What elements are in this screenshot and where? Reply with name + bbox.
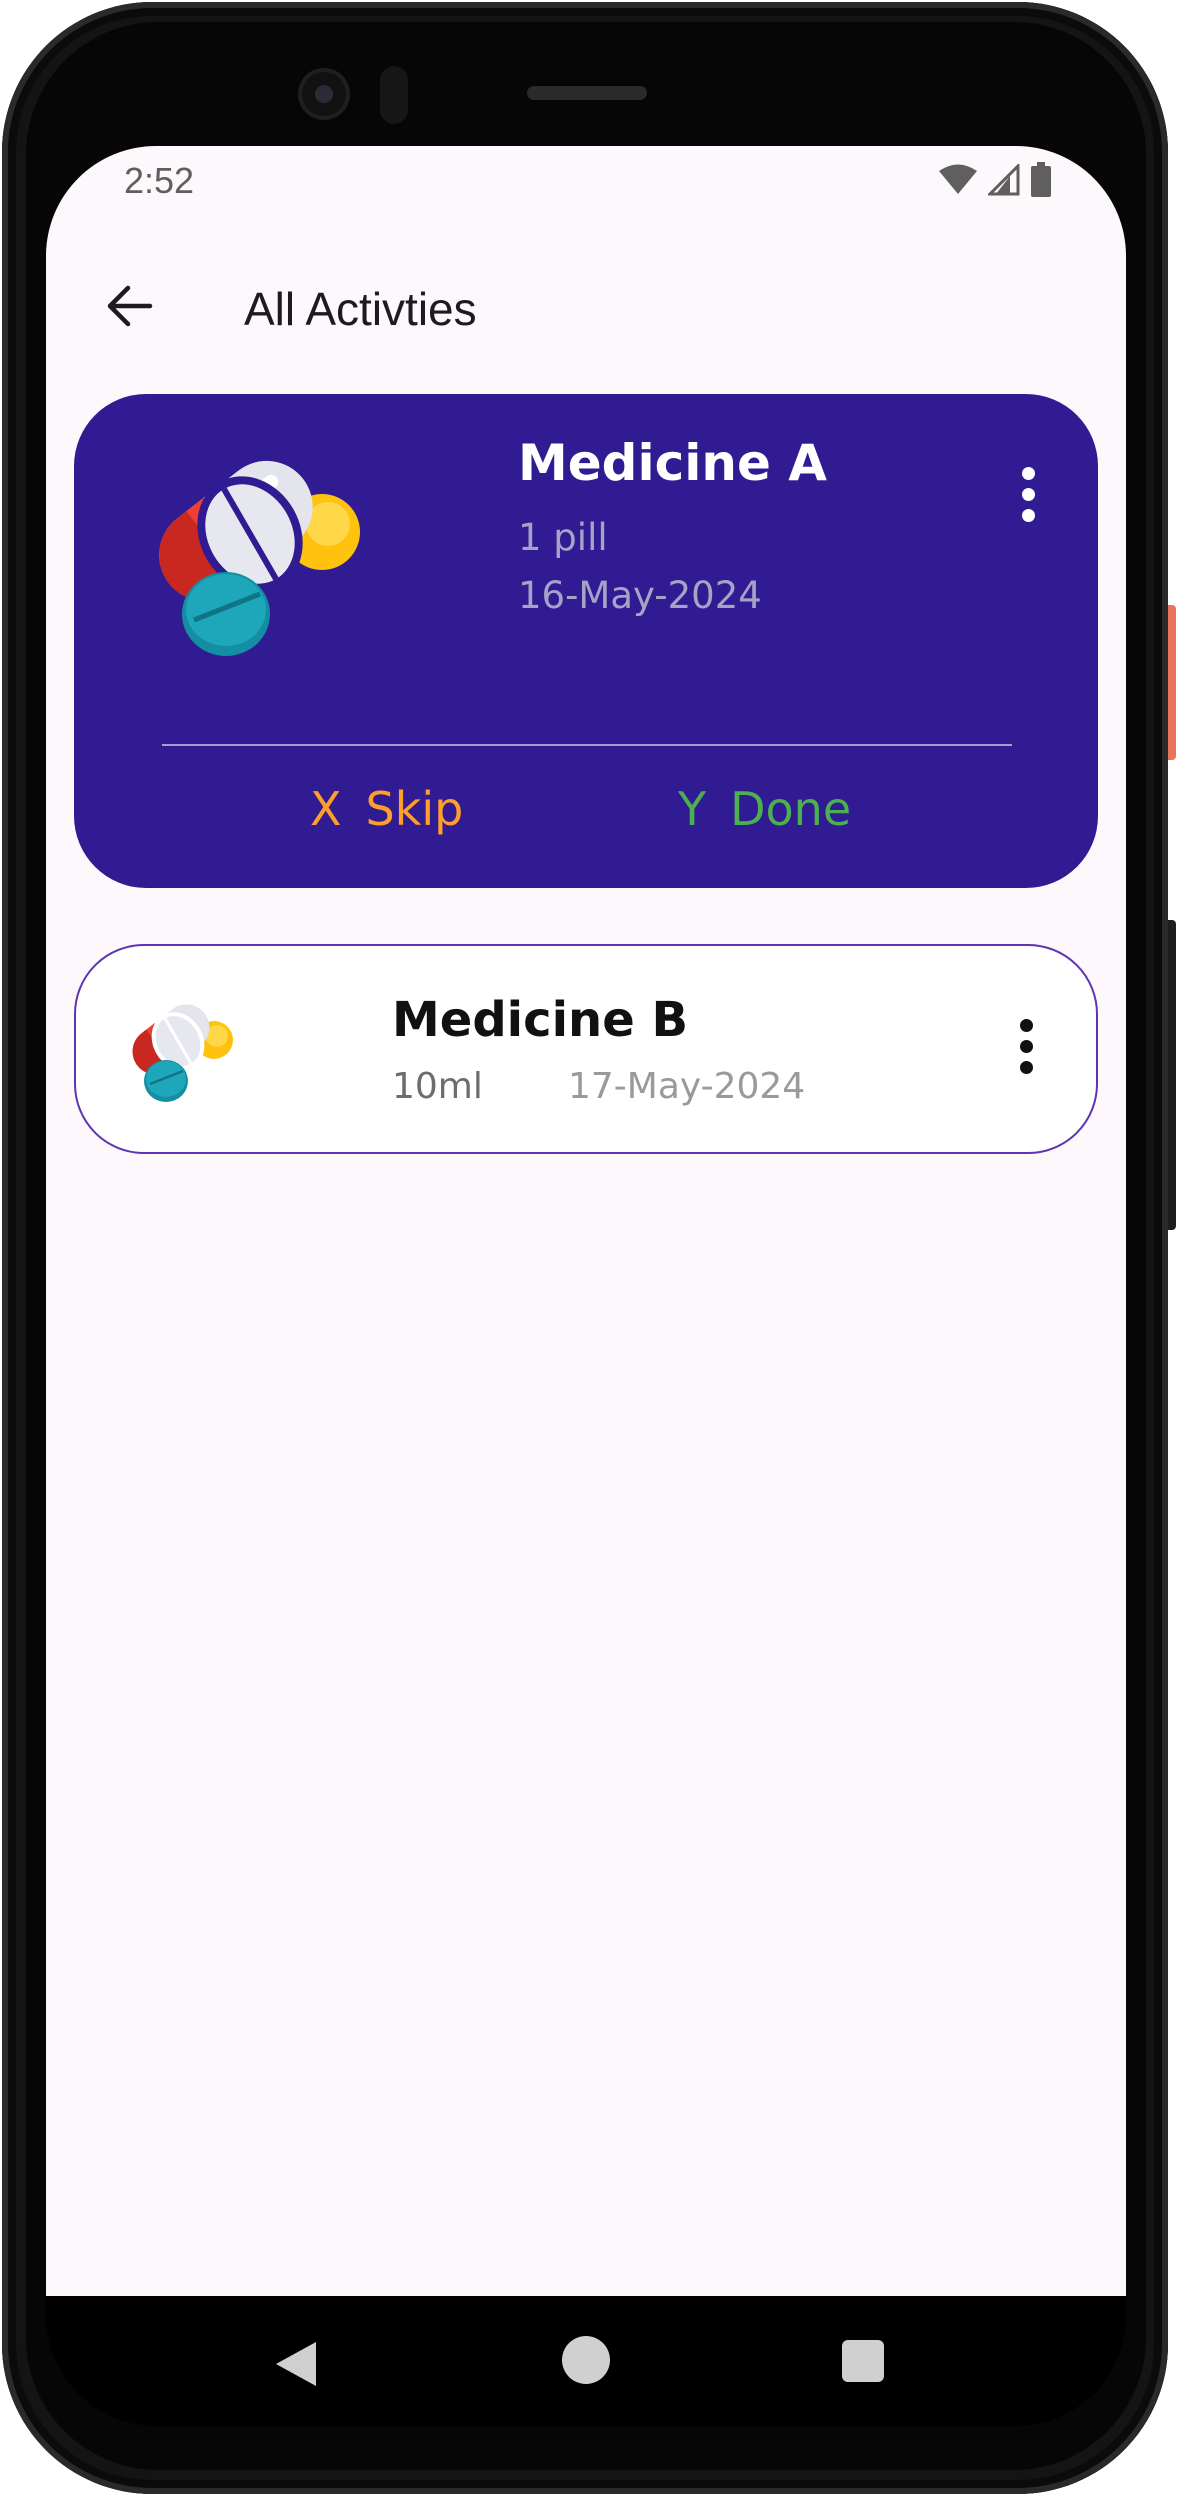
nav-recents-icon[interactable]: [842, 2340, 884, 2382]
medicine-name: Medicine A: [518, 434, 827, 492]
more-vert-icon-dot: [1021, 487, 1035, 501]
activity-card-medicine-a[interactable]: Medicine A 1 pill 16-May-2024 X Skip Y D…: [74, 394, 1098, 888]
skip-icon: X: [310, 782, 342, 836]
status-time: 2:52: [124, 160, 195, 201]
medicine-name: Medicine B: [392, 992, 689, 1048]
more-options-button[interactable]: [998, 454, 1058, 534]
wifi-icon: [939, 164, 977, 194]
power-button: [1168, 605, 1176, 760]
medicine-dose: 1 pill: [518, 516, 608, 559]
medicine-date: 16-May-2024: [518, 574, 762, 617]
done-button[interactable]: Y Done: [678, 774, 851, 844]
more-vert-icon: [1019, 1018, 1033, 1032]
volume-button: [1168, 920, 1176, 1230]
earpiece-speaker: [527, 86, 647, 100]
skip-label: Skip: [365, 782, 464, 836]
pills-icon: [132, 1004, 233, 1102]
app-screen: 2:52 All Activties Medicine A 1 pill 16-…: [46, 146, 1126, 2296]
nav-back-icon[interactable]: [274, 2340, 318, 2388]
activity-card-medicine-b[interactable]: Medicine B 10ml 17-May-2024: [74, 944, 1098, 1154]
proximity-sensor: [380, 66, 408, 124]
skip-button[interactable]: X Skip: [310, 774, 463, 844]
more-vert-icon-dot: [1019, 1060, 1033, 1074]
more-vert-icon: [1021, 466, 1035, 480]
pills-icon: [159, 460, 360, 656]
medicine-date: 17-May-2024: [568, 1066, 806, 1107]
more-options-button[interactable]: [996, 1006, 1056, 1086]
page-title: All Activties: [244, 283, 477, 335]
top-app-bar: All Activties: [46, 246, 1126, 346]
system-navigation-bar: [46, 2296, 1126, 2426]
front-camera: [298, 68, 350, 120]
status-icons: [938, 162, 1052, 198]
signal-icon: [988, 164, 1020, 196]
status-bar: 2:52: [46, 146, 1126, 226]
done-label: Done: [730, 782, 852, 836]
battery-icon: [1031, 162, 1051, 197]
more-vert-icon-dot: [1019, 1039, 1033, 1053]
medicine-dose: 10ml: [392, 1066, 483, 1107]
card-divider: [162, 744, 1012, 746]
done-icon: Y: [678, 782, 707, 836]
back-button[interactable]: [94, 270, 166, 342]
nav-home-icon[interactable]: [562, 2336, 610, 2384]
arrow-left-icon: [107, 285, 153, 327]
more-vert-icon-dot: [1021, 508, 1035, 522]
